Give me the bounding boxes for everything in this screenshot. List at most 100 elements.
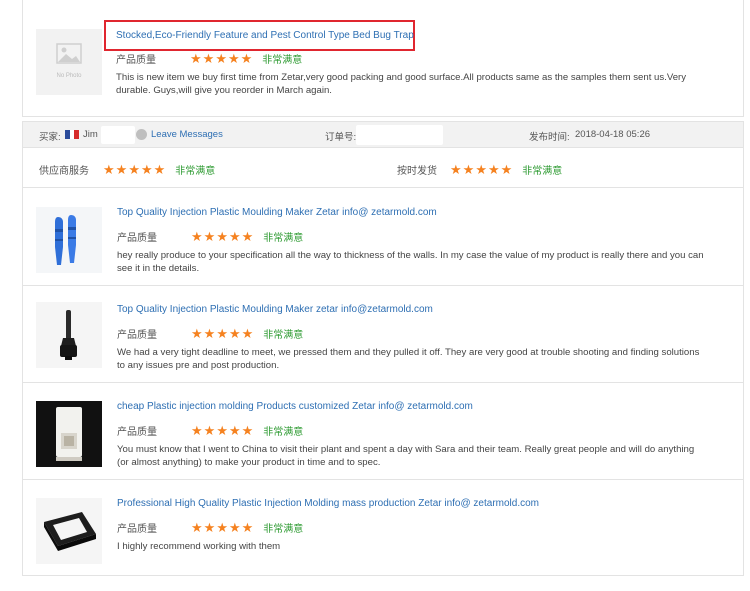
publish-time: 2018-04-18 05:26 (575, 129, 651, 140)
star-icon: ★ (191, 229, 203, 244)
star-icon: ★ (227, 51, 240, 66)
star-icon: ★ (240, 51, 253, 66)
satisfaction-text: 非常满意 (263, 330, 304, 341)
quality-label: 产品质量 (117, 427, 157, 438)
product-title-link[interactable]: Top Quality Injection Plastic Moulding M… (117, 207, 437, 218)
leave-messages-link[interactable]: Leave Messages (151, 129, 223, 140)
star-icon: ★ (241, 229, 254, 244)
message-icon (136, 129, 147, 140)
star-rating: ★ ★ ★ ★ ★ (191, 521, 253, 534)
star-icon: ★ (203, 326, 216, 341)
star-icon: ★ (241, 423, 254, 438)
star-icon: ★ (115, 162, 128, 177)
quality-rating: 产品质量 ★ ★ ★ ★ ★ 非常满意 (117, 520, 303, 535)
on-time-delivery-label: 按时发货 (397, 166, 437, 177)
quality-rating: 产品质量 ★ ★ ★ ★ ★ 非常满意 (117, 326, 303, 341)
star-icon: ★ (241, 520, 254, 535)
star-rating: ★ ★ ★ ★ ★ (191, 327, 253, 340)
quality-label: 产品质量 (117, 330, 157, 341)
star-icon: ★ (153, 162, 166, 177)
star-icon: ★ (228, 229, 241, 244)
star-icon: ★ (191, 423, 203, 438)
order-review-panel: 买家: Jim Leave Messages 订单号: 发布时间: 2018-0… (22, 121, 744, 576)
star-rating: ★ ★ ★ ★ ★ (450, 163, 512, 176)
flag-stripe (74, 130, 80, 139)
star-icon: ★ (500, 162, 513, 177)
star-icon: ★ (191, 520, 203, 535)
product-thumbnail[interactable] (36, 498, 102, 564)
star-icon: ★ (216, 423, 228, 438)
black-plastic-plug-icon (60, 310, 77, 360)
quality-rating: 产品质量 ★ ★ ★ ★ ★ 非常满意 (116, 51, 302, 66)
star-icon: ★ (228, 423, 241, 438)
star-icon: ★ (228, 326, 241, 341)
star-icon: ★ (487, 162, 500, 177)
star-icon: ★ (190, 51, 202, 66)
product-thumbnail[interactable] (36, 302, 102, 368)
review-item: Top Quality Injection Plastic Moulding M… (23, 286, 743, 383)
quality-rating: 产品质量 ★ ★ ★ ★ ★ 非常满意 (117, 229, 303, 244)
no-photo-text: No Photo (56, 73, 82, 79)
review-text: hey really produce to your specification… (117, 250, 704, 274)
star-icon: ★ (216, 229, 228, 244)
star-icon: ★ (191, 326, 203, 341)
service-ratings-row: 供应商服务 ★ ★ ★ ★ ★ 非常满意 按时发货 ★ ★ ★ ★ ★ 非常满意 (23, 148, 743, 188)
quality-label: 产品质量 (117, 524, 157, 535)
review-text: We had a very tight deadline to meet, we… (117, 347, 700, 371)
star-rating: ★ ★ ★ ★ ★ (191, 230, 253, 243)
satisfaction-text: 非常满意 (175, 166, 216, 177)
satisfaction-text: 非常满意 (262, 55, 303, 66)
star-icon: ★ (475, 162, 487, 177)
star-icon: ★ (203, 520, 216, 535)
review-text: You must know that I went to China to vi… (117, 444, 695, 468)
no-photo-thumbnail: No Photo (36, 29, 102, 95)
star-icon: ★ (103, 162, 115, 177)
product-title-link[interactable]: Professional High Quality Plastic Inject… (117, 498, 539, 509)
white-plastic-part-icon (36, 401, 102, 467)
france-flag-icon (65, 130, 80, 139)
star-icon: ★ (203, 423, 216, 438)
quality-label: 产品质量 (116, 55, 156, 66)
review-item: Professional High Quality Plastic Inject… (23, 480, 743, 576)
star-rating: ★ ★ ★ ★ ★ (190, 52, 252, 65)
publish-time-label: 发布时间: (529, 132, 570, 143)
review-item: cheap Plastic injection molding Products… (23, 383, 743, 480)
blue-plastic-parts-icon (55, 215, 76, 265)
top-review-panel: No Photo Stocked,Eco-Friendly Feature an… (22, 0, 744, 117)
star-rating: ★ ★ ★ ★ ★ (191, 424, 253, 437)
star-icon: ★ (202, 51, 215, 66)
product-title-link[interactable]: Stocked,Eco-Friendly Feature and Pest Co… (116, 30, 414, 41)
product-thumbnail[interactable] (36, 401, 102, 467)
quality-rating: 产品质量 ★ ★ ★ ★ ★ 非常满意 (117, 423, 303, 438)
star-rating: ★ ★ ★ ★ ★ (103, 163, 165, 176)
review-item: Top Quality Injection Plastic Moulding M… (23, 189, 743, 286)
supplier-service-rating: 供应商服务 ★ ★ ★ ★ ★ 非常满意 (39, 162, 215, 177)
star-icon: ★ (215, 51, 227, 66)
product-thumbnail[interactable] (36, 207, 102, 273)
product-title-link[interactable]: cheap Plastic injection molding Products… (117, 401, 473, 412)
no-photo-icon: No Photo (56, 43, 82, 79)
star-icon: ★ (203, 229, 216, 244)
redacted-order-number-box (356, 125, 443, 145)
review-text: This is new item we buy first time from … (116, 72, 687, 96)
satisfaction-text: 非常满意 (522, 166, 563, 177)
star-icon: ★ (216, 520, 228, 535)
satisfaction-text: 非常满意 (263, 524, 304, 535)
star-icon: ★ (241, 326, 254, 341)
product-title-link[interactable]: Top Quality Injection Plastic Moulding M… (117, 304, 433, 315)
satisfaction-text: 非常满意 (263, 233, 304, 244)
order-number-label: 订单号: (325, 132, 357, 143)
satisfaction-text: 非常满意 (263, 427, 304, 438)
review-text: I highly recommend working with them (117, 541, 281, 552)
star-icon: ★ (450, 162, 462, 177)
order-info-bar: 买家: Jim Leave Messages 订单号: 发布时间: 2018-0… (23, 122, 743, 148)
star-icon: ★ (228, 520, 241, 535)
star-icon: ★ (128, 162, 140, 177)
star-icon: ★ (140, 162, 153, 177)
buyer-name: Jim (83, 129, 98, 140)
star-icon: ★ (462, 162, 475, 177)
black-plastic-frame-icon (44, 512, 96, 551)
redacted-name-box (101, 126, 135, 144)
on-time-delivery-rating: 按时发货 ★ ★ ★ ★ ★ 非常满意 (397, 162, 562, 177)
supplier-service-label: 供应商服务 (39, 166, 89, 177)
